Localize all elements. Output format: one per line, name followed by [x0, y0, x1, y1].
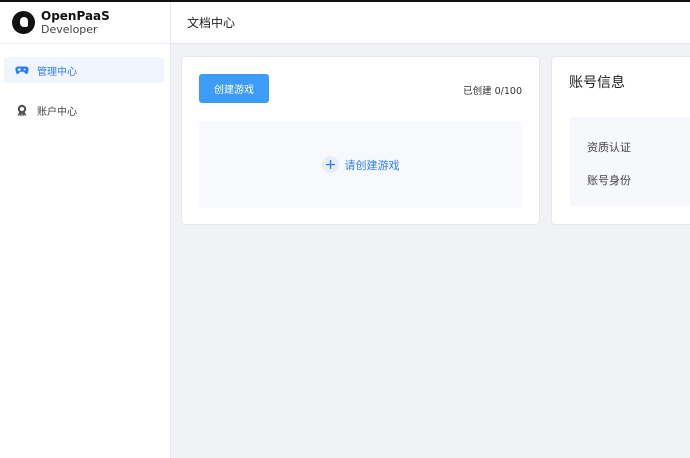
account-row-identity[interactable]: 账号身份	[587, 172, 631, 188]
sidebar-item-label: 账户中心	[37, 106, 77, 118]
account-info-card: 账号信息 资质认证 账号身份	[551, 56, 690, 225]
sidebar-item-management[interactable]: 管理中心	[4, 57, 164, 83]
docs-center-link[interactable]: 文档中心	[187, 14, 235, 31]
sidebar-item-account[interactable]: 账户中心	[4, 97, 164, 123]
empty-create-game-placeholder[interactable]: 请创建游戏	[199, 121, 522, 208]
account-info-title: 账号信息	[569, 75, 625, 91]
brand-logo[interactable]: OpenPaaS Developer	[0, 2, 170, 44]
empty-create-game-label: 请创建游戏	[344, 158, 400, 172]
plus-icon	[321, 156, 339, 173]
badge-icon	[15, 103, 29, 117]
sidebar-item-label: 管理中心	[37, 66, 77, 78]
brand-title: OpenPaaS	[41, 8, 110, 23]
brand-text: OpenPaaS Developer	[41, 8, 110, 36]
brand-subtitle: Developer	[41, 22, 98, 36]
gamepad-icon	[15, 63, 29, 77]
account-row-qualification[interactable]: 资质认证	[587, 139, 631, 155]
create-game-button[interactable]: 创建游戏	[199, 74, 269, 103]
account-info-list: 资质认证 账号身份	[570, 117, 690, 206]
sidebar: OpenPaaS Developer 管理中心 账户中心	[0, 2, 171, 458]
games-card: 创建游戏 已创建 0/100 请创建游戏	[181, 56, 540, 225]
created-count: 已创建 0/100	[463, 86, 522, 97]
sidebar-nav: 管理中心 账户中心	[0, 44, 170, 123]
openpaas-logo-icon	[12, 11, 35, 34]
top-header: 文档中心	[171, 2, 690, 44]
